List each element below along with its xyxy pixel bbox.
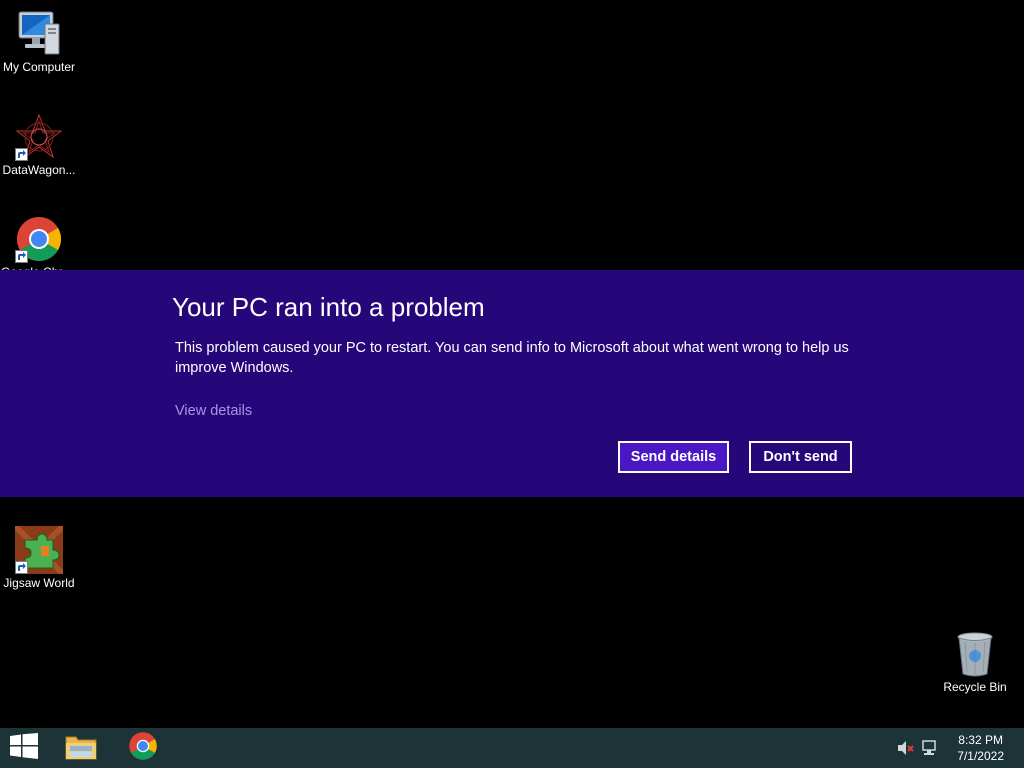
start-button[interactable]: [0, 728, 48, 768]
taskbar-clock[interactable]: 8:32 PM 7/1/2022: [957, 732, 1004, 764]
clock-time: 8:32 PM: [958, 733, 1003, 747]
chrome-icon: [15, 215, 63, 263]
datawagon-icon: [15, 113, 63, 161]
desktop-icon-my-computer[interactable]: My Computer: [0, 10, 78, 74]
computer-icon: [15, 10, 63, 58]
windows-start-icon: [10, 732, 38, 764]
send-details-button[interactable]: Send details: [618, 441, 729, 473]
desktop-icon-datawagon[interactable]: DataWagon...: [0, 113, 78, 177]
desktop-icon-label: Jigsaw World: [3, 576, 75, 590]
desktop-icon-jigsaw-world[interactable]: Jigsaw World: [0, 523, 78, 590]
jigsaw-icon: [12, 523, 66, 577]
desktop-icon-label: My Computer: [2, 60, 76, 74]
shortcut-arrow-icon: [15, 148, 28, 161]
taskbar-chrome[interactable]: [120, 728, 166, 768]
file-explorer-icon: [64, 731, 98, 766]
recycle-bin-icon: [951, 630, 999, 678]
view-details-link[interactable]: View details: [175, 403, 252, 419]
volume-muted-icon[interactable]: [897, 740, 915, 756]
error-dialog: Your PC ran into a problem This problem …: [0, 270, 1024, 497]
chrome-icon: [128, 731, 158, 766]
desktop: My Computer DataWagon... Jigsaw World Re…: [0, 0, 1024, 728]
dialog-message: This problem caused your PC to restart. …: [175, 340, 849, 376]
taskbar: 8:32 PM 7/1/2022: [0, 728, 1024, 768]
dont-send-button[interactable]: Don't send: [749, 441, 852, 473]
dialog-title: Your PC ran into a problem: [172, 292, 485, 322]
clock-date: 7/1/2022: [957, 749, 1004, 763]
desktop-icon-label: Recycle Bin: [943, 680, 1007, 694]
desktop-icon-label: DataWagon...: [2, 163, 76, 177]
shortcut-arrow-icon: [15, 250, 28, 263]
desktop-icon-recycle-bin[interactable]: Recycle Bin: [936, 630, 1014, 694]
network-icon[interactable]: [921, 740, 939, 756]
taskbar-file-explorer[interactable]: [58, 728, 104, 768]
shortcut-arrow-icon: [15, 561, 28, 574]
